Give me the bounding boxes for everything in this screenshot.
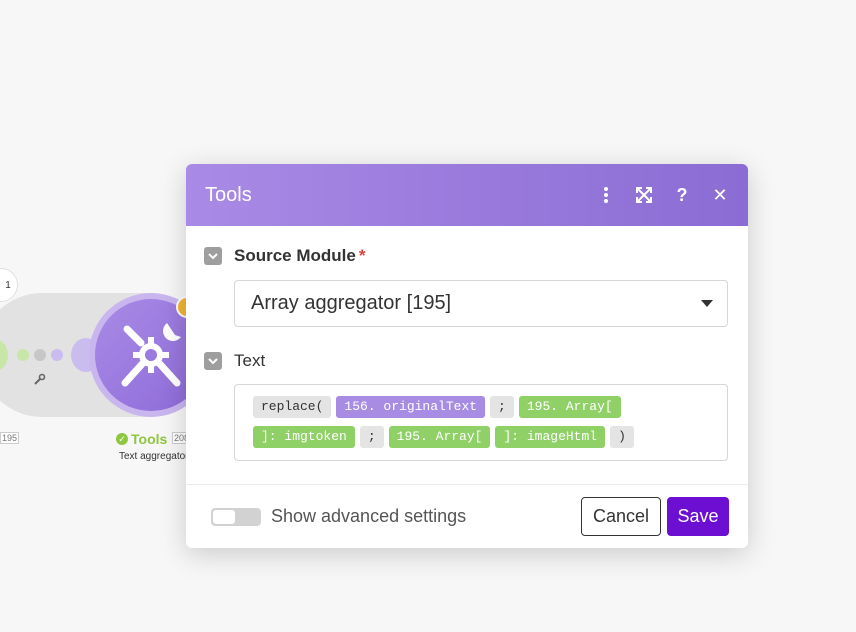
text-collapse-button[interactable] [204, 352, 222, 370]
left-module-id: 195 [0, 432, 20, 444]
close-icon[interactable]: ✕ [710, 185, 730, 205]
formula-function-chip[interactable]: replace( [253, 396, 332, 418]
dialog-body: Source Module * Array aggregator [195] Te… [186, 226, 748, 461]
text-field: Text [204, 351, 729, 371]
text-label: Text [234, 351, 266, 370]
source-module-label-text: Source Module [234, 246, 356, 265]
advanced-settings-toggle[interactable] [211, 507, 261, 526]
formula-function-chip[interactable]: ; [359, 426, 384, 448]
formula-variable-chip[interactable]: 195. Array[ [388, 426, 491, 448]
connector-dot [17, 349, 29, 361]
toggle-knob [213, 509, 235, 524]
source-module-field: Source Module * [204, 246, 729, 266]
save-button[interactable]: Save [667, 497, 729, 536]
module-settings-dialog: Tools ? ✕ Source Module * Array aggregat… [186, 164, 748, 548]
cancel-button[interactable]: Cancel [581, 497, 661, 536]
formula-variable-chip[interactable]: ]: imageHtml [495, 426, 606, 448]
header-actions: ? ✕ [596, 185, 730, 205]
chevron-down-icon [208, 358, 218, 365]
route-settings-wrench-icon[interactable] [34, 373, 46, 388]
operation-count-bubble[interactable]: 1 [0, 268, 18, 302]
source-module-collapse-button[interactable] [204, 247, 222, 265]
operation-count: 1 [5, 279, 11, 291]
formula-variable-chip[interactable]: ]: imgtoken [253, 426, 355, 448]
source-module-value: Array aggregator [195] [251, 292, 452, 314]
dialog-title: Tools [205, 183, 252, 206]
module-title-text: Tools [131, 431, 168, 447]
connector-dot [51, 349, 63, 361]
chevron-down-icon [208, 253, 218, 260]
source-module-select[interactable]: Array aggregator [195] [234, 280, 728, 327]
required-marker: * [358, 246, 366, 265]
dialog-header: Tools ? ✕ [186, 164, 748, 226]
help-icon[interactable]: ? [672, 185, 692, 205]
expand-icon[interactable] [634, 185, 654, 205]
check-icon: ✓ [116, 433, 128, 445]
module-subtitle: Text aggregator [119, 451, 189, 462]
tools-icon [121, 323, 181, 387]
source-module-label: Source Module * [234, 246, 365, 266]
dropdown-caret-icon [701, 300, 713, 307]
connector-dot [34, 349, 46, 361]
module-title: ✓ Tools [116, 431, 167, 447]
dialog-footer: Show advanced settings Cancel Save [186, 484, 748, 548]
more-vertical-icon[interactable] [596, 185, 616, 205]
advanced-settings-label: Show advanced settings [271, 506, 467, 526]
formula-function-chip[interactable]: ) [610, 426, 634, 448]
formula-variable-chip[interactable]: 156. originalText [336, 396, 486, 418]
formula-function-chip[interactable]: ; [490, 396, 514, 418]
formula-variable-chip[interactable]: 195. Array[ [518, 396, 621, 418]
text-formula-input[interactable]: replace(156. originalText; 195. Array[]: … [234, 384, 728, 461]
